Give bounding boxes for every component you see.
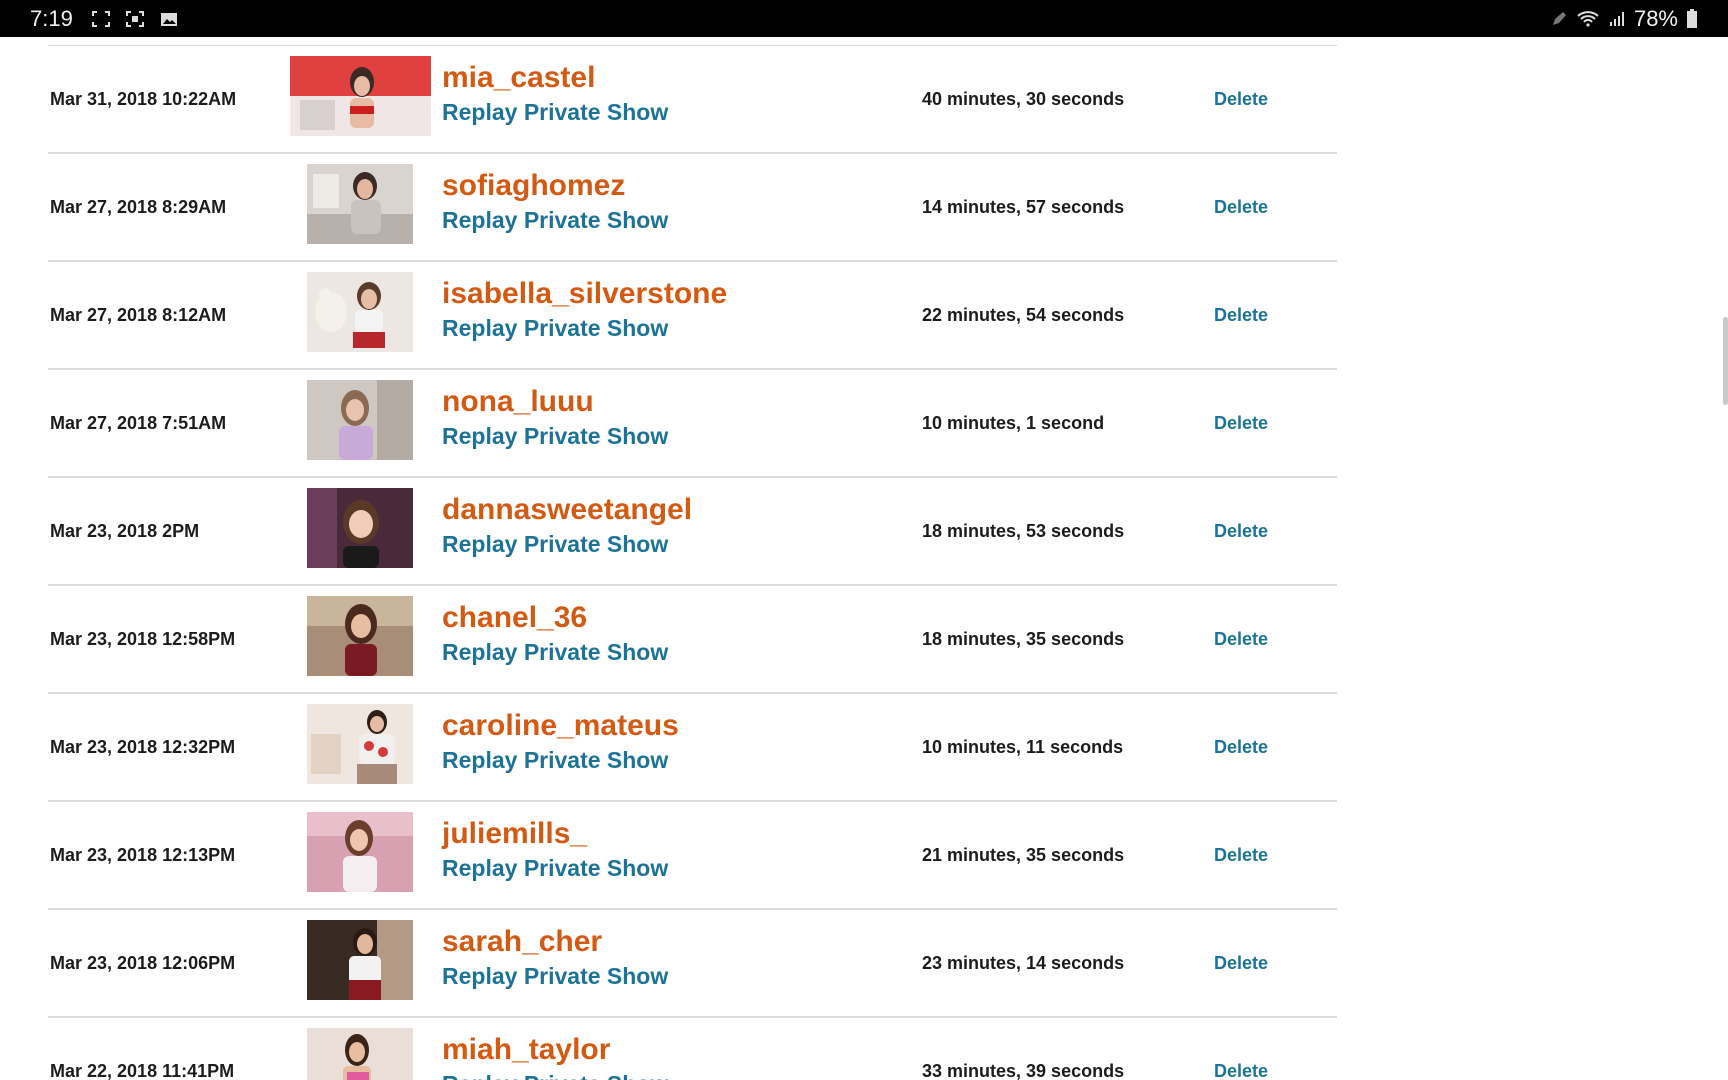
delete-link[interactable]: Delete <box>1214 478 1268 584</box>
replay-private-show-link[interactable]: Replay Private Show <box>442 312 727 344</box>
row-info: isabella_silverstone Replay Private Show <box>442 276 727 344</box>
delete-link[interactable]: Delete <box>1214 1018 1268 1080</box>
scrollbar-thumb[interactable] <box>1723 317 1728 405</box>
thumbnail-image[interactable] <box>307 704 413 784</box>
thumbnail-image[interactable] <box>307 488 413 568</box>
model-name-link[interactable]: sarah_cher <box>442 924 668 960</box>
row-info: sofiaghomez Replay Private Show <box>442 168 668 236</box>
row-info: sarah_cher Replay Private Show <box>442 924 668 992</box>
replay-private-show-link[interactable]: Replay Private Show <box>442 528 692 560</box>
battery-percentage: 78% <box>1633 5 1678 31</box>
row-date: Mar 27, 2018 8:29AM <box>50 196 227 217</box>
thumbnail-image[interactable] <box>307 272 413 352</box>
row-info: caroline_mateus Replay Private Show <box>442 708 679 776</box>
row-duration: 10 minutes, 1 second <box>922 412 1105 433</box>
thumbnail-image[interactable] <box>307 164 413 244</box>
row-date: Mar 23, 2018 12:06PM <box>50 952 236 973</box>
delete-link[interactable]: Delete <box>1214 586 1268 692</box>
row-duration: 18 minutes, 53 seconds <box>922 520 1125 541</box>
model-name-link[interactable]: juliemills_ <box>442 816 668 852</box>
table-row: Mar 27, 2018 7:51AM nona_luuu Replay Pri… <box>48 370 1337 478</box>
row-duration: 33 minutes, 39 seconds <box>922 1060 1125 1080</box>
row-info: juliemills_ Replay Private Show <box>442 816 668 884</box>
thumbnail-image[interactable] <box>290 56 431 136</box>
recordings-list: Mar 31, 2018 10:22AM mia_castel Replay P… <box>48 45 1337 1080</box>
replay-private-show-link[interactable]: Replay Private Show <box>442 96 668 128</box>
recordings-page: Mar 31, 2018 10:22AM mia_castel Replay P… <box>0 37 1728 1080</box>
status-bar-right: 78% <box>1550 0 1698 37</box>
row-duration: 10 minutes, 11 seconds <box>922 736 1124 757</box>
row-duration: 14 minutes, 57 seconds <box>922 196 1125 217</box>
table-row: Mar 23, 2018 12:13PM juliemills_ Replay … <box>48 802 1337 910</box>
status-bar-left: 7:19 <box>30 0 179 37</box>
model-name-link[interactable]: caroline_mateus <box>442 708 679 744</box>
model-name-link[interactable]: dannasweetangel <box>442 492 692 528</box>
delete-link[interactable]: Delete <box>1214 370 1268 476</box>
delete-link[interactable]: Delete <box>1214 910 1268 1016</box>
row-date: Mar 31, 2018 10:22AM <box>50 88 237 109</box>
replay-private-show-link[interactable]: Replay Private Show <box>442 636 668 668</box>
table-row: Mar 23, 2018 12:32PM caroline_mateus Rep… <box>48 694 1337 802</box>
row-date: Mar 23, 2018 12:58PM <box>50 628 236 649</box>
model-name-link[interactable]: sofiaghomez <box>442 168 668 204</box>
row-duration: 23 minutes, 14 seconds <box>922 952 1125 973</box>
replay-private-show-link[interactable]: Replay Private Show <box>442 420 668 452</box>
row-date: Mar 23, 2018 12:32PM <box>50 736 236 757</box>
delete-link[interactable]: Delete <box>1214 262 1268 368</box>
battery-icon <box>1686 8 1698 29</box>
row-date: Mar 27, 2018 7:51AM <box>50 412 227 433</box>
row-info: chanel_36 Replay Private Show <box>442 600 668 668</box>
row-date: Mar 27, 2018 8:12AM <box>50 304 227 325</box>
model-name-link[interactable]: nona_luuu <box>442 384 668 420</box>
replay-private-show-link[interactable]: Replay Private Show <box>442 1068 668 1080</box>
delete-link[interactable]: Delete <box>1214 46 1268 152</box>
row-duration: 21 minutes, 35 seconds <box>922 844 1125 865</box>
model-name-link[interactable]: miah_taylor <box>442 1032 668 1068</box>
replay-private-show-link[interactable]: Replay Private Show <box>442 960 668 992</box>
row-date: Mar 22, 2018 11:41PM <box>50 1060 235 1080</box>
replay-private-show-link[interactable]: Replay Private Show <box>442 204 668 236</box>
row-duration: 22 minutes, 54 seconds <box>922 304 1125 325</box>
row-duration: 40 minutes, 30 seconds <box>922 88 1125 109</box>
row-info: nona_luuu Replay Private Show <box>442 384 668 452</box>
table-row: Mar 23, 2018 12:58PM chanel_36 Replay Pr… <box>48 586 1337 694</box>
replay-private-show-link[interactable]: Replay Private Show <box>442 744 679 776</box>
thumbnail-image[interactable] <box>307 380 413 460</box>
signal-icon <box>1608 10 1626 28</box>
delete-link[interactable]: Delete <box>1214 154 1268 260</box>
model-name-link[interactable]: mia_castel <box>442 60 668 96</box>
row-info: mia_castel Replay Private Show <box>442 60 668 128</box>
gallery-icon <box>159 10 179 28</box>
row-date: Mar 23, 2018 2PM <box>50 520 200 541</box>
thumbnail-image[interactable] <box>307 1028 413 1080</box>
thumbnail-image[interactable] <box>307 812 413 892</box>
status-bar: 7:19 78% <box>0 0 1728 37</box>
delete-link[interactable]: Delete <box>1214 694 1268 800</box>
screenshot-icon <box>125 10 145 28</box>
table-row: Mar 23, 2018 2PM dannasweetangel Replay … <box>48 478 1337 586</box>
model-name-link[interactable]: chanel_36 <box>442 600 668 636</box>
thumbnail-image[interactable] <box>307 920 413 1000</box>
table-row: Mar 23, 2018 12:06PM sarah_cher Replay P… <box>48 910 1337 1018</box>
replay-private-show-link[interactable]: Replay Private Show <box>442 852 668 884</box>
wifi-icon <box>1576 10 1600 28</box>
row-duration: 18 minutes, 35 seconds <box>922 628 1125 649</box>
model-name-link[interactable]: isabella_silverstone <box>442 276 727 312</box>
table-row: Mar 27, 2018 8:29AM sofiaghomez Replay P… <box>48 154 1337 262</box>
thumbnail-image[interactable] <box>307 596 413 676</box>
row-info: dannasweetangel Replay Private Show <box>442 492 692 560</box>
table-row: Mar 22, 2018 11:41PM miah_taylor Replay … <box>48 1018 1337 1080</box>
status-time: 7:19 <box>30 5 73 31</box>
table-row: Mar 27, 2018 8:12AM isabella_silverstone… <box>48 262 1337 370</box>
table-row: Mar 31, 2018 10:22AM mia_castel Replay P… <box>48 46 1337 154</box>
pen-icon <box>1550 10 1568 28</box>
row-info: miah_taylor Replay Private Show <box>442 1032 668 1080</box>
expand-icon <box>91 10 111 28</box>
delete-link[interactable]: Delete <box>1214 802 1268 908</box>
row-date: Mar 23, 2018 12:13PM <box>50 844 236 865</box>
